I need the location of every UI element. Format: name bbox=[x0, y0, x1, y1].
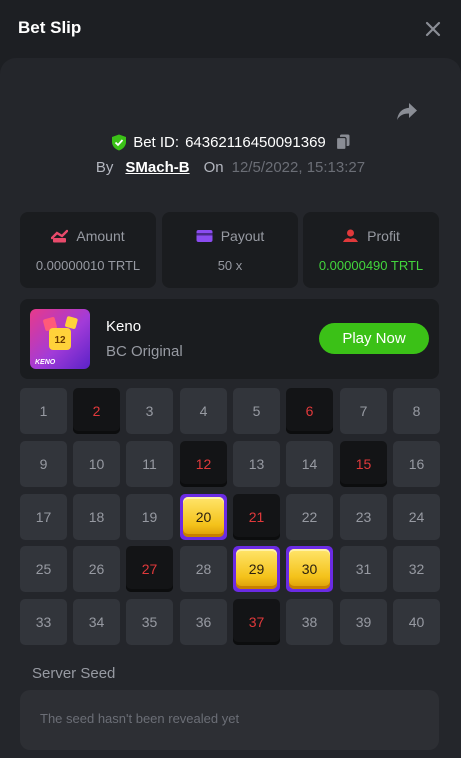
keno-cell[interactable]: 13 bbox=[233, 441, 280, 487]
page-title: Bet Slip bbox=[18, 18, 82, 37]
keno-number-grid: 1 2 3 4 5 6 7 8 9 10 11 12 13 14 15 16 17 18 19 20 21 22 23 24 2… bbox=[20, 388, 440, 646]
keno-cell[interactable]: 25 bbox=[20, 546, 67, 592]
keno-cell[interactable]: 7 bbox=[340, 388, 387, 434]
keno-cell[interactable]: 10 bbox=[73, 441, 120, 487]
server-seed-value: The seed hasn't been revealed yet bbox=[40, 711, 240, 726]
profit-label: Profit bbox=[367, 228, 400, 244]
keno-cell[interactable]: 38 bbox=[286, 599, 333, 645]
bet-id-label: Bet ID: bbox=[133, 133, 180, 151]
close-icon[interactable] bbox=[424, 20, 442, 38]
profit-icon bbox=[343, 229, 359, 242]
amount-value: 0.00000010 TRTL bbox=[35, 258, 141, 273]
game-name: Keno bbox=[106, 318, 142, 335]
header: Bet Slip bbox=[0, 0, 461, 58]
copy-icon[interactable] bbox=[335, 134, 350, 150]
keno-cell[interactable]: 28 bbox=[180, 546, 227, 592]
keno-cell[interactable]: 35 bbox=[126, 599, 173, 645]
keno-hit-number: 29 bbox=[236, 549, 277, 589]
username-link[interactable]: SMach-B bbox=[125, 159, 189, 176]
payout-stat: Payout 50 x bbox=[162, 212, 298, 288]
keno-cell[interactable]: 3 bbox=[126, 388, 173, 434]
play-now-button[interactable]: Play Now bbox=[319, 323, 429, 354]
keno-cell[interactable]: 24 bbox=[393, 494, 440, 540]
keno-cell[interactable]: 30 bbox=[286, 546, 333, 592]
keno-cell[interactable]: 4 bbox=[180, 388, 227, 434]
profit-label-row: Profit bbox=[303, 228, 439, 244]
keno-cell[interactable]: 8 bbox=[393, 388, 440, 434]
keno-cell[interactable]: 39 bbox=[340, 599, 387, 645]
thumb-tile-number: 12 bbox=[54, 335, 66, 346]
keno-cell[interactable]: 18 bbox=[73, 494, 120, 540]
keno-hit-number: 30 bbox=[289, 549, 330, 589]
share-icon[interactable] bbox=[396, 102, 418, 122]
by-label: By bbox=[95, 158, 114, 176]
keno-cell[interactable]: 29 bbox=[233, 546, 280, 592]
keno-cell[interactable]: 22 bbox=[286, 494, 333, 540]
keno-game-thumbnail: 12 KENO bbox=[30, 309, 90, 369]
keno-cell[interactable]: 9 bbox=[20, 441, 67, 487]
amount-stat: Amount 0.00000010 TRTL bbox=[20, 212, 156, 288]
profit-stat: Profit 0.00000490 TRTL bbox=[303, 212, 439, 288]
keno-cell[interactable]: 21 bbox=[233, 494, 280, 540]
keno-cell[interactable]: 26 bbox=[73, 546, 120, 592]
server-seed-label: Server Seed bbox=[32, 665, 116, 682]
keno-cell[interactable]: 1 bbox=[20, 388, 67, 434]
game-subtitle: BC Original bbox=[106, 343, 183, 360]
amount-label: Amount bbox=[76, 228, 125, 244]
keno-cell[interactable]: 15 bbox=[340, 441, 387, 487]
keno-cell[interactable]: 5 bbox=[233, 388, 280, 434]
thumb-keno-label: KENO bbox=[35, 359, 56, 366]
bet-id-value: 64362116450091369 bbox=[185, 133, 326, 151]
keno-cell[interactable]: 11 bbox=[126, 441, 173, 487]
payout-value: 50 x bbox=[217, 258, 243, 273]
shield-check-icon bbox=[112, 134, 127, 150]
keno-cell[interactable]: 23 bbox=[340, 494, 387, 540]
keno-cell[interactable]: 33 bbox=[20, 599, 67, 645]
keno-cell[interactable]: 14 bbox=[286, 441, 333, 487]
keno-cell[interactable]: 27 bbox=[126, 546, 173, 592]
keno-cell[interactable]: 37 bbox=[233, 599, 280, 645]
keno-cell[interactable]: 19 bbox=[126, 494, 173, 540]
keno-cell[interactable]: 32 bbox=[393, 546, 440, 592]
keno-cell[interactable]: 34 bbox=[73, 599, 120, 645]
keno-cell[interactable]: 17 bbox=[20, 494, 67, 540]
keno-cell[interactable]: 6 bbox=[286, 388, 333, 434]
on-label: On bbox=[203, 158, 224, 176]
payout-label: Payout bbox=[220, 228, 265, 244]
server-seed-box: The seed hasn't been revealed yet bbox=[20, 690, 439, 750]
payout-card-icon bbox=[196, 230, 213, 242]
amount-icon bbox=[51, 229, 69, 243]
bet-date: 12/5/2022, 15:13:27 bbox=[231, 158, 366, 176]
bet-meta-row: By SMach-B On 12/5/2022, 15:13:27 bbox=[0, 157, 461, 177]
profit-value: 0.00000490 TRTL bbox=[318, 258, 424, 273]
keno-cell[interactable]: 12 bbox=[180, 441, 227, 487]
keno-cell[interactable]: 31 bbox=[340, 546, 387, 592]
keno-hit-number: 20 bbox=[183, 497, 224, 537]
amount-label-row: Amount bbox=[20, 228, 156, 244]
keno-cell[interactable]: 36 bbox=[180, 599, 227, 645]
game-card: 12 KENO Keno BC Original Play Now bbox=[20, 299, 439, 379]
keno-cell[interactable]: 20 bbox=[180, 494, 227, 540]
keno-cell[interactable]: 2 bbox=[73, 388, 120, 434]
bet-id-row: Bet ID: 64362116450091369 bbox=[0, 131, 461, 153]
payout-label-row: Payout bbox=[162, 228, 298, 244]
keno-cell[interactable]: 40 bbox=[393, 599, 440, 645]
keno-cell[interactable]: 16 bbox=[393, 441, 440, 487]
